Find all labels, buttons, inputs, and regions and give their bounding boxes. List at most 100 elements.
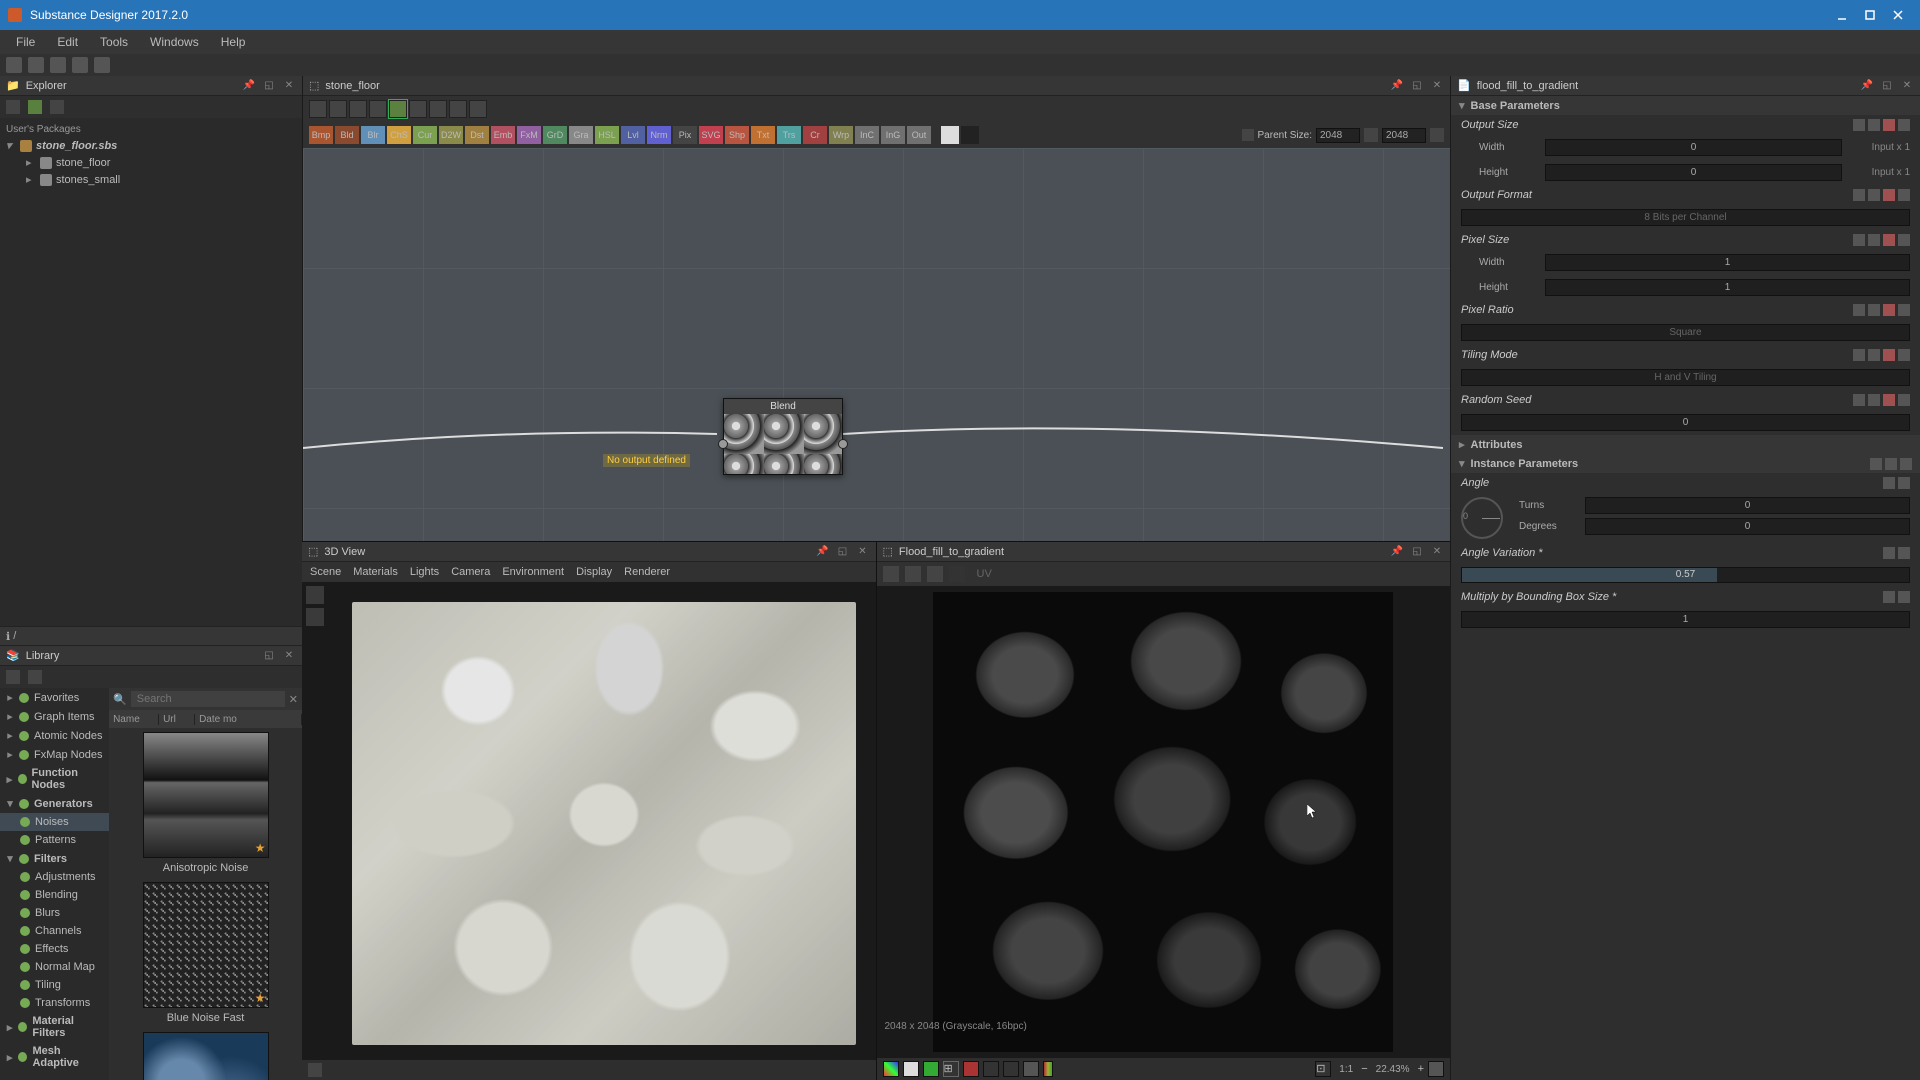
panel-float-icon[interactable]: ◱ bbox=[1880, 79, 1894, 93]
angle-degrees-field[interactable]: 0 bbox=[1585, 518, 1910, 535]
fit-icon[interactable]: ⊡ bbox=[1315, 1061, 1331, 1077]
panel-pin-icon[interactable]: 📌 bbox=[242, 79, 256, 93]
more-icon[interactable] bbox=[1900, 458, 1912, 470]
gt-autolink-icon[interactable] bbox=[389, 100, 407, 118]
graph-filter-button[interactable]: Lvl bbox=[621, 126, 645, 144]
maximize-button[interactable] bbox=[1856, 1, 1884, 29]
lock-icon[interactable] bbox=[1428, 1061, 1444, 1077]
lib-category[interactable]: Adjustments bbox=[0, 868, 109, 886]
lib-category[interactable]: ▸Material Filters bbox=[0, 1012, 109, 1042]
explorer-pin-icon[interactable] bbox=[50, 100, 64, 114]
reset-icon[interactable] bbox=[1883, 477, 1895, 489]
lib-category[interactable]: ▾Filters bbox=[0, 849, 109, 868]
tree-item-graph[interactable]: ▸ stones_small bbox=[2, 171, 300, 188]
graph-filter-button[interactable]: FxM bbox=[517, 126, 541, 144]
menu-help[interactable]: Help bbox=[211, 32, 256, 52]
qb-undo-icon[interactable] bbox=[72, 57, 88, 73]
graph-filter-button[interactable]: Cur bbox=[413, 126, 437, 144]
lib-category[interactable]: Noises bbox=[0, 813, 109, 831]
v3d-foot-icon[interactable] bbox=[308, 1063, 322, 1077]
lib-category[interactable]: ▸Graph Items bbox=[0, 707, 109, 726]
explorer-play-icon[interactable] bbox=[28, 100, 42, 114]
lock-icon[interactable] bbox=[1242, 129, 1254, 141]
graph-filter-button[interactable]: Bld bbox=[335, 126, 359, 144]
more-icon[interactable] bbox=[1898, 477, 1910, 489]
more-icon[interactable] bbox=[1898, 349, 1910, 361]
parent-height-input[interactable] bbox=[1382, 128, 1426, 143]
mult-bbox-field[interactable]: 1 bbox=[1461, 611, 1910, 628]
chevron-right-icon[interactable]: ▸ bbox=[26, 173, 36, 186]
graph-filter-button[interactable]: Nrm bbox=[647, 126, 671, 144]
graph-filter-button[interactable]: Bmp bbox=[309, 126, 333, 144]
lib-item[interactable]: ★Blue Noise Fast bbox=[113, 882, 298, 1024]
search-clear-icon[interactable]: ✕ bbox=[289, 693, 298, 706]
gf-info-icon[interactable] bbox=[987, 128, 1001, 142]
reset-icon[interactable] bbox=[1883, 304, 1895, 316]
graph-filter-button[interactable]: Pix bbox=[673, 126, 697, 144]
pixel-width-field[interactable]: 1 bbox=[1545, 254, 1910, 271]
section-base-parameters[interactable]: ▾ Base Parameters bbox=[1451, 96, 1920, 115]
lib-category[interactable]: ▾Generators bbox=[0, 794, 109, 813]
dropdown-icon[interactable] bbox=[1868, 234, 1880, 246]
node-output-port[interactable] bbox=[838, 439, 848, 449]
view2d-viewport[interactable]: 2048 x 2048 (Grayscale, 16bpc) bbox=[877, 586, 1451, 1058]
graph-canvas[interactable]: Blend No output defined bbox=[303, 148, 1450, 541]
panel-pin-icon[interactable]: 📌 bbox=[816, 545, 830, 559]
v3d-environment[interactable]: Environment bbox=[502, 566, 564, 578]
v3d-sidetool-1-icon[interactable] bbox=[306, 586, 324, 604]
qb-new-icon[interactable] bbox=[6, 57, 22, 73]
panel-pin-icon[interactable]: 📌 bbox=[1860, 79, 1874, 93]
graph-filter-button[interactable]: Txt bbox=[751, 126, 775, 144]
seed-field[interactable]: 0 bbox=[1461, 414, 1910, 431]
graph-tab-title[interactable]: stone_floor bbox=[325, 80, 1384, 92]
ratio-label[interactable]: 1:1 bbox=[1339, 1064, 1353, 1075]
v3d-scene[interactable]: Scene bbox=[310, 566, 341, 578]
qb-open-icon[interactable] bbox=[28, 57, 44, 73]
lib-category[interactable]: ▸Favorites bbox=[0, 688, 109, 707]
lib-item[interactable] bbox=[113, 1032, 298, 1080]
channel-white-icon[interactable] bbox=[903, 1061, 919, 1077]
lib-category[interactable]: ▸Function Nodes bbox=[0, 764, 109, 794]
output-height-field[interactable]: 0 bbox=[1545, 164, 1842, 181]
v3d-materials[interactable]: Materials bbox=[353, 566, 398, 578]
panel-float-icon[interactable]: ◱ bbox=[1410, 545, 1424, 559]
close-button[interactable] bbox=[1884, 1, 1912, 29]
reset-icon[interactable] bbox=[1883, 234, 1895, 246]
panel-pin-icon[interactable]: 📌 bbox=[1390, 79, 1404, 93]
graph-filter-button[interactable]: InC bbox=[855, 126, 879, 144]
relative-icon[interactable] bbox=[1853, 189, 1865, 201]
gf-white-swatch[interactable] bbox=[941, 126, 959, 144]
info-icon[interactable] bbox=[983, 1061, 999, 1077]
panel-float-icon[interactable]: ◱ bbox=[836, 545, 850, 559]
tile-icon[interactable] bbox=[1023, 1061, 1039, 1077]
output-format-field[interactable]: 8 Bits per Channel bbox=[1461, 209, 1910, 226]
panel-close-icon[interactable]: ✕ bbox=[1900, 79, 1914, 93]
dropdown-icon[interactable] bbox=[1868, 349, 1880, 361]
gt-drop-icon[interactable] bbox=[429, 100, 447, 118]
copy-icon[interactable] bbox=[1870, 458, 1882, 470]
lib-folder-icon[interactable] bbox=[28, 670, 42, 684]
node-input-port[interactable] bbox=[718, 439, 728, 449]
gt-fit-icon[interactable] bbox=[309, 100, 327, 118]
panel-float-icon[interactable]: ◱ bbox=[262, 649, 276, 663]
lib-category[interactable]: Blending bbox=[0, 886, 109, 904]
menu-windows[interactable]: Windows bbox=[140, 32, 209, 52]
reset-icon[interactable] bbox=[1883, 189, 1895, 201]
channel-green-icon[interactable] bbox=[923, 1061, 939, 1077]
gt-gear-icon[interactable] bbox=[469, 100, 487, 118]
dropdown-icon[interactable] bbox=[1868, 394, 1880, 406]
graph-filter-button[interactable]: Gra bbox=[569, 126, 593, 144]
v3d-renderer[interactable]: Renderer bbox=[624, 566, 670, 578]
lib-category[interactable]: Blurs bbox=[0, 904, 109, 922]
tiling-field[interactable]: H and V Tiling bbox=[1461, 369, 1910, 386]
uv-label[interactable]: UV bbox=[977, 568, 992, 580]
panel-float-icon[interactable]: ◱ bbox=[262, 79, 276, 93]
more-icon[interactable] bbox=[1898, 394, 1910, 406]
graph-filter-button[interactable]: GrD bbox=[543, 126, 567, 144]
reset-icon[interactable] bbox=[1883, 119, 1895, 131]
view3d-viewport[interactable] bbox=[302, 582, 876, 1060]
reset-icon[interactable] bbox=[1430, 128, 1444, 142]
pixel-ratio-field[interactable]: Square bbox=[1461, 324, 1910, 341]
graph-filter-button[interactable]: Shp bbox=[725, 126, 749, 144]
list-icon[interactable] bbox=[1885, 458, 1897, 470]
